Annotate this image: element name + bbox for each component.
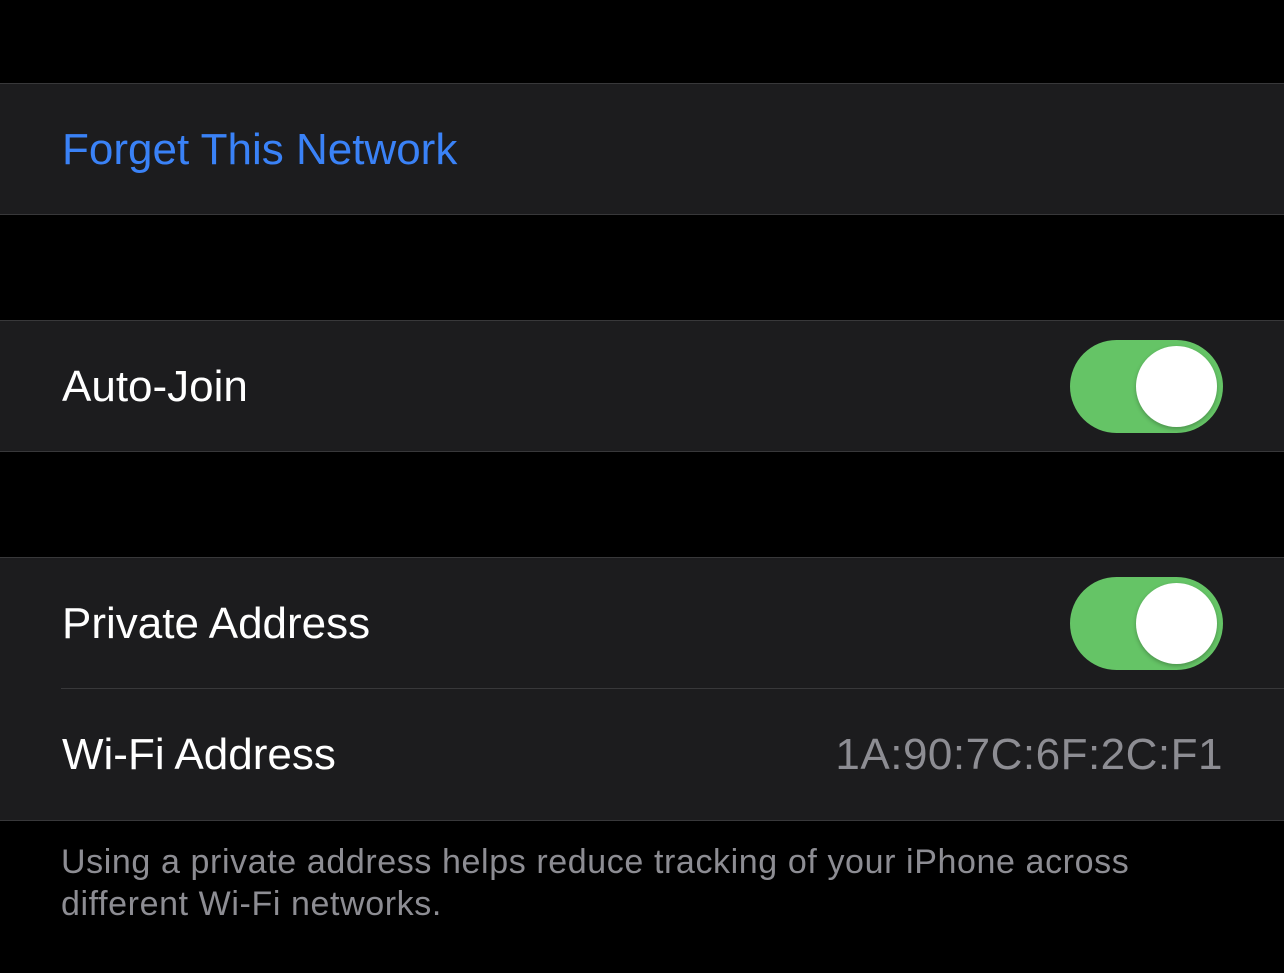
auto-join-toggle[interactable] xyxy=(1070,340,1223,433)
forget-network-group: Forget This Network xyxy=(0,83,1284,215)
toggle-knob xyxy=(1136,583,1217,664)
forget-network-label: Forget This Network xyxy=(62,124,458,174)
auto-join-row: Auto-Join xyxy=(0,321,1284,452)
auto-join-label: Auto-Join xyxy=(62,361,248,411)
auto-join-group: Auto-Join xyxy=(0,320,1284,452)
toggle-knob xyxy=(1136,346,1217,427)
forget-network-button[interactable]: Forget This Network xyxy=(0,84,1284,215)
private-address-footnote: Using a private address helps reduce tra… xyxy=(61,843,1130,923)
wifi-address-row: Wi-Fi Address 1A:90:7C:6F:2C:F1 xyxy=(0,689,1284,820)
private-address-toggle[interactable] xyxy=(1070,577,1223,670)
private-address-group: Private Address Wi-Fi Address 1A:90:7C:6… xyxy=(0,557,1284,821)
wifi-address-label: Wi-Fi Address xyxy=(62,729,336,779)
wifi-address-value: 1A:90:7C:6F:2C:F1 xyxy=(835,729,1223,779)
private-address-row: Private Address xyxy=(0,558,1284,689)
private-address-label: Private Address xyxy=(62,598,371,648)
